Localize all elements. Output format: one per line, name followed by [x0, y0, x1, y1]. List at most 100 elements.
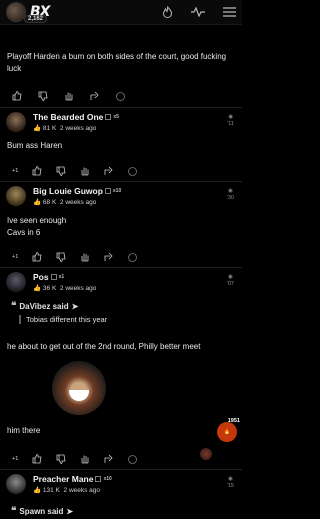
avatar[interactable] [6, 186, 26, 206]
menu-icon[interactable] [223, 7, 236, 17]
post-text: Cavs in 6 [7, 228, 41, 237]
chat-icon[interactable] [128, 166, 138, 176]
dislike-icon[interactable] [56, 166, 66, 176]
user-icon: ◉ [228, 188, 233, 194]
share-icon[interactable] [104, 166, 114, 176]
quote-header: ❝ DaVibez said ➤ [11, 301, 235, 312]
plus-one[interactable]: +1 [12, 168, 18, 174]
post-text: Playoff Harden a bum on both sides of th… [7, 52, 227, 73]
views: ◉ '07 [227, 274, 234, 288]
post-actions: +1 [0, 249, 242, 265]
fire-icon[interactable] [162, 6, 173, 18]
badge-icon [105, 112, 112, 122]
post-header: Preacher Mane x10 👍 131 K 2 weeks ago ◉ … [0, 470, 242, 498]
avatar[interactable] [6, 112, 26, 132]
post-text: him there [7, 426, 41, 435]
post-meta: 👍 81 K 2 weeks ago [33, 125, 97, 132]
arrow-icon: ➤ [71, 302, 79, 311]
timestamp: 2 weeks ago [59, 285, 97, 292]
face-icon [69, 390, 89, 401]
views: ◉ '11 [227, 114, 234, 128]
dislike-icon[interactable] [56, 252, 66, 262]
post-actions [0, 88, 242, 104]
like-icon[interactable] [32, 252, 42, 262]
arrow-icon: ➤ [66, 507, 74, 516]
view-count: '07 [226, 281, 234, 287]
fire-fab-button[interactable]: 🔥 [217, 422, 237, 442]
timestamp: 2 weeks ago [63, 487, 101, 494]
timestamp: 2 weeks ago [59, 125, 97, 132]
user-icon: ◉ [228, 476, 233, 482]
fab-count: 1951 [227, 418, 240, 424]
post-meta: 👍 36 K 2 weeks ago [33, 285, 97, 292]
post-text: Bum ass Haren [7, 141, 63, 150]
chat-icon[interactable] [116, 91, 125, 101]
activity-icon[interactable] [191, 7, 205, 17]
badge-icon [95, 474, 102, 484]
likes-count: 68 K [42, 199, 57, 206]
plus-one[interactable]: +1 [12, 456, 18, 462]
avatar[interactable] [200, 448, 212, 460]
fire-icon: 🔥 [223, 429, 231, 435]
share-icon[interactable] [104, 454, 114, 464]
rank-label: x10 [112, 188, 122, 194]
rank-label: x1 [58, 274, 65, 280]
post-actions: +1 [0, 163, 242, 179]
reaction-gif[interactable] [52, 361, 106, 415]
avatar[interactable] [6, 474, 26, 494]
quote-icon: ❝ [11, 506, 17, 517]
quote-header: ❝ Spawn said ➤ [11, 506, 235, 517]
quote-icon: ❝ [11, 301, 17, 312]
post-meta: 👍 68 K 2 weeks ago [33, 199, 97, 206]
post-header: Pos x1 👍 36 K 2 weeks ago ◉ '07 [0, 268, 242, 296]
dislike-icon[interactable] [38, 91, 48, 101]
quote-text: Tobias different this year [19, 315, 235, 324]
post-header: The Bearded One x5 👍 81 K 2 weeks ago ◉ … [0, 108, 242, 136]
raise-hand-icon[interactable] [64, 91, 74, 101]
raise-hand-icon[interactable] [80, 166, 90, 176]
view-count: '30 [226, 195, 234, 201]
avatar[interactable] [6, 2, 26, 22]
likes-count: 131 K [42, 487, 60, 494]
user-icon: ◉ [228, 114, 234, 120]
share-icon[interactable] [90, 91, 100, 101]
post-text: he about to get out of the 2nd round, Ph… [7, 342, 201, 351]
like-icon[interactable] [12, 91, 22, 101]
badge-icon [104, 186, 111, 196]
chat-icon[interactable] [128, 454, 138, 464]
username[interactable]: Pos x1 [33, 272, 96, 282]
quote-block: ❝ DaVibez said ➤ Tobias different this yea… [7, 299, 235, 326]
logo[interactable]: BX 2,162 [6, 2, 50, 23]
share-icon[interactable] [104, 252, 114, 262]
raise-hand-icon[interactable] [80, 252, 90, 262]
post-text: Ive seen enough [7, 216, 67, 225]
view-count: '15 [226, 483, 234, 489]
rank-label: x5 [113, 114, 119, 120]
username[interactable]: The Bearded One x5 [33, 112, 119, 122]
timestamp: 2 weeks ago [59, 199, 97, 206]
badge-icon [50, 272, 57, 282]
rank-label: x10 [103, 476, 112, 482]
post-header: Big Louie Guwop x10 👍 68 K 2 weeks ago ◉… [0, 182, 242, 210]
like-icon[interactable] [32, 166, 42, 176]
quote-author[interactable]: DaVibez said [19, 302, 68, 311]
user-icon: ◉ [228, 274, 233, 280]
views: ◉ '15 [227, 476, 234, 490]
likes-count: 36 K [42, 285, 57, 292]
dislike-icon[interactable] [56, 454, 66, 464]
chat-icon[interactable] [128, 252, 138, 262]
like-icon[interactable] [32, 454, 42, 464]
top-bar: BX 2,162 [0, 0, 242, 25]
views: ◉ '30 [227, 188, 234, 202]
avatar[interactable] [6, 272, 26, 292]
plus-one[interactable]: +1 [12, 254, 18, 260]
view-count: '11 [227, 121, 234, 127]
top-icons [162, 6, 236, 18]
raise-hand-icon[interactable] [80, 454, 90, 464]
username[interactable]: Preacher Mane x10 [33, 474, 112, 484]
notification-badge: 2,162 [24, 15, 48, 23]
quote-block: ❝ Spawn said ➤ [7, 504, 235, 519]
username[interactable]: Big Louie Guwop x10 [33, 186, 121, 196]
quote-author[interactable]: Spawn said [19, 507, 63, 516]
likes-count: 81 K [42, 125, 57, 132]
